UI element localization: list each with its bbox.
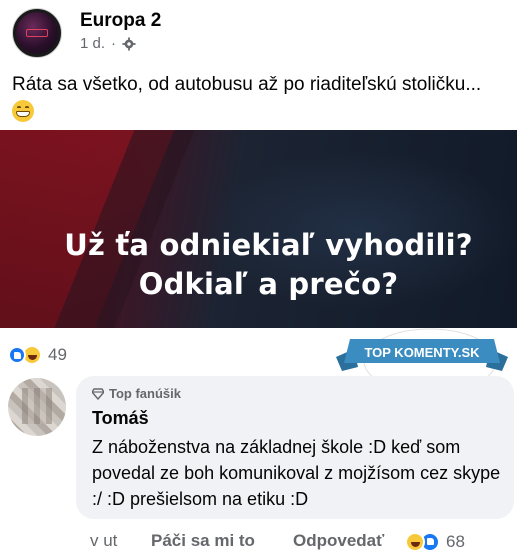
like-icon (8, 346, 26, 364)
post-header: Europa 2 1 d. · (12, 8, 502, 58)
post-reactions[interactable]: 49 (8, 345, 67, 365)
post-meta: 1 d. · (80, 35, 136, 52)
reply-button[interactable]: Odpovedať (293, 531, 384, 551)
comment-text: Z náboženstva na základnej škole :D keď … (92, 437, 501, 509)
logo-mark (26, 29, 48, 37)
comment-time[interactable]: v ut (90, 531, 117, 551)
commenter-avatar[interactable] (8, 378, 66, 436)
comment-reaction-count: 68 (446, 532, 465, 551)
europa2-logo (16, 12, 58, 54)
avatar-pixelation (22, 388, 52, 424)
post-time[interactable]: 1 d. (80, 35, 105, 52)
page-name[interactable]: Europa 2 (80, 10, 161, 32)
reaction-count: 49 (48, 345, 67, 364)
like-button[interactable]: Páči sa mi to (151, 531, 255, 551)
post-image-banner[interactable]: Už ťa odniekiaľ vyhodili? Odkiaľ a prečo… (0, 130, 517, 328)
comment-bubble: Top fanúšik Tomáš Z náboženstva na zákla… (76, 376, 514, 519)
haha-icon (405, 532, 425, 552)
banner-subheadline: Odkiaľ a prečo? (138, 267, 399, 301)
comment-reactions[interactable]: 68 (405, 532, 465, 552)
gear-icon (122, 36, 136, 51)
commenter-name[interactable]: Tomáš (92, 408, 149, 429)
post-text: Ráta sa všetko, od autobusu až po riadit… (12, 72, 507, 124)
diamond-icon (92, 387, 104, 400)
meta-separator: · (111, 35, 117, 52)
comment-actions: v ut Páči sa mi to Odpovedať 68 (90, 531, 510, 555)
top-fan-label: Top fanúšik (109, 386, 181, 401)
badge-text: TOP KOMENTY.SK (364, 345, 480, 360)
post-text-body: Ráta sa všetko, od autobusu až po riadit… (12, 74, 482, 95)
top-fan-badge: Top fanúšik (92, 386, 181, 401)
page-avatar[interactable] (12, 8, 62, 58)
grin-emoji-icon (12, 99, 34, 122)
banner-headline: Už ťa odniekiaľ vyhodili? (64, 228, 473, 262)
